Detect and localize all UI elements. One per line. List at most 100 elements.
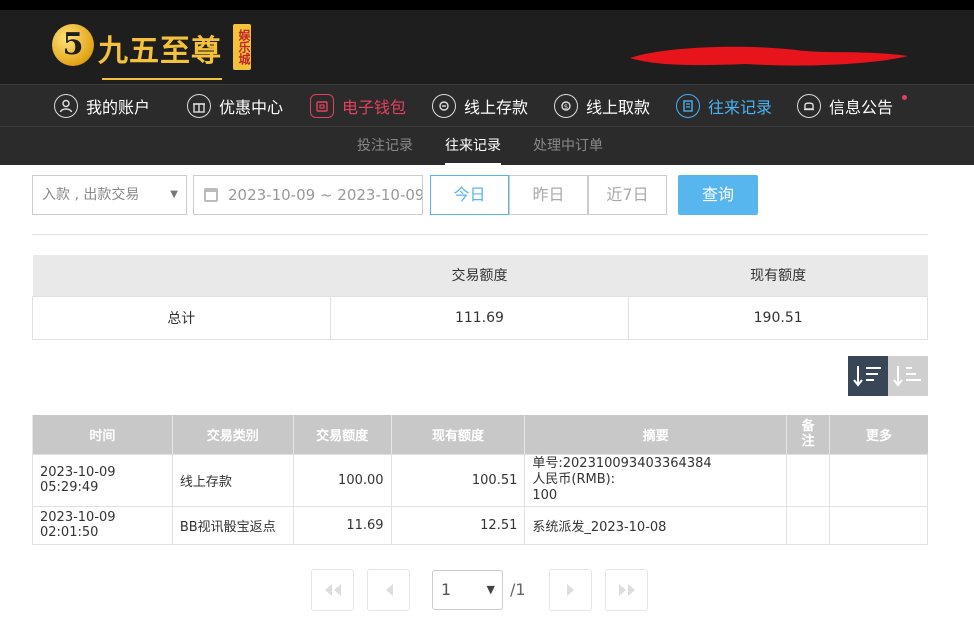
cell-more[interactable] xyxy=(829,453,928,507)
logo-mark: 5 xyxy=(52,24,94,66)
cell-balance: 100.51 xyxy=(390,453,526,507)
yesterday-button[interactable]: 昨日 xyxy=(509,175,588,215)
cell-summary: 单号:202310093403364384 人民币(RMB): 100 xyxy=(524,453,788,507)
site-header: 5 九五至尊 娱乐城 xyxy=(0,10,974,84)
summary-total-row: 总计 111.69 190.51 xyxy=(32,295,928,340)
summary-header xyxy=(32,255,331,296)
logo-name: 九五至尊 xyxy=(98,34,222,69)
cell-time: 2023-10-09 05:29:49 xyxy=(32,453,173,507)
cell-remark xyxy=(786,505,831,545)
cell-amount: 100.00 xyxy=(292,453,392,507)
next-page-button[interactable] xyxy=(549,569,592,611)
cell-category: BB视讯骰宝返点 xyxy=(171,505,294,545)
tab-transaction-records[interactable]: 往来记录 xyxy=(445,127,501,165)
page-select-value: 1 xyxy=(441,580,452,599)
cell-summary: 系统派发_2023-10-08 xyxy=(524,505,788,545)
records-table: 时间 交易类别 交易额度 现有额度 摘要 备注 更多 2023-10-09 05… xyxy=(32,415,928,545)
summary-header: 现有额度 xyxy=(628,255,928,296)
search-button[interactable]: 查询 xyxy=(678,175,758,215)
nav-label: 信息公告 xyxy=(829,98,894,117)
sort-ascending-button[interactable] xyxy=(888,356,928,396)
nav-label: 电子钱包 xyxy=(342,98,407,117)
transaction-type-value: 入款 , 出款交易 xyxy=(42,187,140,203)
last-7-days-button[interactable]: 近7日 xyxy=(588,175,667,215)
main-nav: 我的账户 优惠中心 电子钱包 线上存款 $ 线上取款 往来记录 信息公告 xyxy=(0,84,974,126)
page-total: /1 xyxy=(510,580,526,599)
summary-total-balance: 190.51 xyxy=(628,295,928,340)
nav-label: 线上存款 xyxy=(464,98,529,117)
column-header[interactable]: 备注 xyxy=(786,415,830,454)
date-range-input[interactable]: 2023-10-09 ~ 2023-10-09 xyxy=(193,175,423,215)
nav-online-withdraw[interactable]: $ 线上取款 xyxy=(554,85,650,127)
column-header[interactable]: 交易类别 xyxy=(171,415,294,454)
table-row[interactable]: 2023-10-09 05:29:49 线上存款 100.00 100.51 单… xyxy=(32,453,928,507)
sort-descending-icon xyxy=(853,366,881,387)
summary-total-label: 总计 xyxy=(32,295,331,340)
cell-more[interactable] xyxy=(829,505,928,545)
column-header[interactable]: 现有额度 xyxy=(390,415,525,454)
records-header-row: 时间 交易类别 交易额度 现有额度 摘要 备注 更多 xyxy=(32,415,928,454)
column-header[interactable]: 更多 xyxy=(829,415,928,454)
cell-balance: 12.51 xyxy=(390,505,526,545)
summary-header-row: 交易额度 现有额度 xyxy=(32,255,928,296)
today-button[interactable]: 今日 xyxy=(430,175,509,215)
nav-e-wallet[interactable]: 电子钱包 xyxy=(310,85,406,127)
logo-ornament xyxy=(102,78,222,80)
wallet-icon xyxy=(310,94,334,118)
chevron-down-icon: ▼ xyxy=(486,583,495,596)
sub-nav: 投注记录 往来记录 处理中订单 xyxy=(0,126,974,165)
top-strip xyxy=(0,0,974,10)
records-icon xyxy=(676,94,700,118)
column-header[interactable]: 时间 xyxy=(32,415,173,454)
double-left-icon xyxy=(324,584,341,596)
double-right-icon xyxy=(618,584,635,596)
cell-category: 线上存款 xyxy=(171,453,294,507)
chevron-right-icon xyxy=(566,584,574,596)
nav-online-deposit[interactable]: 线上存款 xyxy=(432,85,528,127)
nav-transaction-records[interactable]: 往来记录 xyxy=(676,85,772,127)
gift-icon xyxy=(187,94,211,118)
filter-divider xyxy=(32,234,928,235)
site-logo[interactable]: 5 九五至尊 娱乐城 xyxy=(52,22,252,80)
svg-text:$: $ xyxy=(564,103,568,111)
logo-tag: 娱乐城 xyxy=(233,24,251,70)
summary-amount: 100 xyxy=(532,488,558,503)
deposit-icon xyxy=(432,94,456,118)
column-header[interactable]: 交易额度 xyxy=(292,415,392,454)
withdraw-icon: $ xyxy=(554,94,578,118)
page-select[interactable]: 1 ▼ xyxy=(432,570,503,610)
first-page-button[interactable] xyxy=(311,569,354,611)
last-page-button[interactable] xyxy=(605,569,648,611)
notification-dot xyxy=(902,95,907,100)
redaction-mark xyxy=(630,46,908,66)
nav-label: 我的账户 xyxy=(86,98,151,117)
summary-order-no: 单号:202310093403364384 xyxy=(532,456,712,471)
nav-my-account[interactable]: 我的账户 xyxy=(54,85,150,127)
sort-ascending-icon xyxy=(893,366,921,387)
bell-icon xyxy=(797,94,821,118)
summary-currency: 人民币(RMB): xyxy=(532,472,616,487)
tab-bet-records[interactable]: 投注记录 xyxy=(357,127,413,165)
transaction-type-select[interactable]: 入款 , 出款交易 ▼ xyxy=(32,175,187,215)
prev-page-button[interactable] xyxy=(367,569,410,611)
cell-remark xyxy=(786,453,831,507)
nav-promotions[interactable]: 优惠中心 xyxy=(187,85,283,127)
sort-descending-button[interactable] xyxy=(848,356,888,396)
tab-pending-orders[interactable]: 处理中订单 xyxy=(533,127,603,165)
nav-announcements[interactable]: 信息公告 xyxy=(797,85,893,127)
column-header[interactable]: 摘要 xyxy=(524,415,787,454)
nav-label: 优惠中心 xyxy=(219,98,284,117)
date-range-value: 2023-10-09 ~ 2023-10-09 xyxy=(228,186,423,204)
cell-amount: 11.69 xyxy=(292,505,392,545)
chevron-left-icon xyxy=(385,584,393,596)
chevron-down-icon: ▼ xyxy=(170,189,178,200)
calendar-icon xyxy=(204,188,218,202)
summary-total-amount: 111.69 xyxy=(329,295,630,340)
cell-time: 2023-10-09 02:01:50 xyxy=(32,505,173,545)
nav-label: 线上取款 xyxy=(586,98,651,117)
table-row[interactable]: 2023-10-09 02:01:50 BB视讯骰宝返点 11.69 12.51… xyxy=(32,505,928,545)
nav-label: 往来记录 xyxy=(708,98,773,117)
summary-table: 交易额度 现有额度 总计 111.69 190.51 xyxy=(32,255,928,340)
summary-header: 交易额度 xyxy=(330,255,629,296)
user-icon xyxy=(54,94,78,118)
